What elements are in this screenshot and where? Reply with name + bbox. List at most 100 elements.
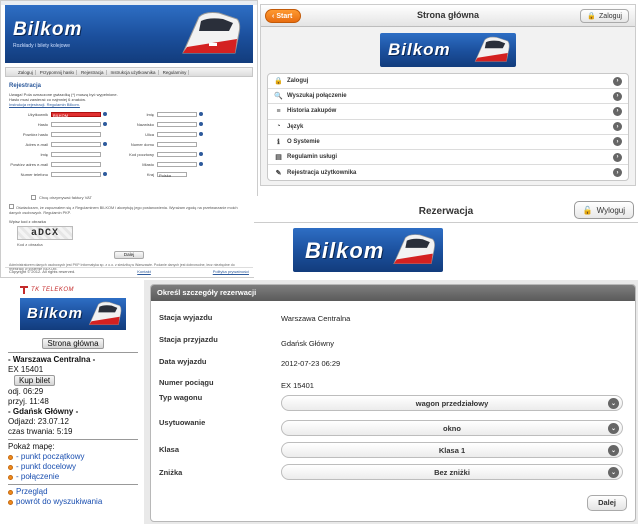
chevron-right-icon: › [613,106,622,116]
class-select[interactable]: Klasa 1 ⌄ [281,442,623,458]
field-label: Kod pocztowy [129,151,154,157]
login-button[interactable]: 🔒 Zaloguj [580,9,629,23]
back-to-search-link[interactable]: powrót do wyszukiwania [8,497,138,507]
password-input[interactable] [51,121,101,127]
phone-input[interactable] [51,171,101,177]
menu-item-register[interactable]: Rejestracja [79,69,107,75]
detail-label: Numer pociągu [159,378,214,387]
discount-select[interactable]: Bez zniżki ⌄ [281,464,623,480]
field-label: Miasto [142,161,154,167]
info-icon[interactable] [199,152,203,156]
field-label: Numer domu [130,141,154,147]
logout-button[interactable]: 🔓 Wyloguj [573,201,634,219]
bullet-icon [8,474,13,480]
registration-form: Użytkownik BILKOM Hasło Powtórz hasło Adr… [9,111,249,191]
contact-link[interactable]: Kontakt [137,269,151,274]
bullet-icon [8,489,13,495]
bilkom-banner: Bilkom [380,33,516,67]
select-label: Usytuowanie [159,418,206,427]
chevron-right-icon: › [613,152,622,162]
home-button[interactable]: Strona główna [42,338,104,349]
link-label: - punkt docelowy [16,462,77,471]
departure-date-value: 2012-07-23 06:29 [281,359,341,368]
train-icon [182,12,241,54]
user-icon: ✎ [275,169,282,177]
menu-item-about[interactable]: ℹ O Systemie › [268,135,628,150]
logout-button-label: Wyloguj [596,205,625,215]
info-icon[interactable] [103,122,107,126]
menu-item-label: O Systemie [287,138,320,145]
menu-item-remind-password[interactable]: Przypomnij hasło [38,69,78,75]
menu-item-search-connection[interactable]: 🔍 Wyszukaj połączenie › [268,89,628,105]
departure-station-value: Warszawa Centralna [281,314,351,323]
privacy-link[interactable]: Polityka prywatności [213,269,249,274]
vat-checkbox[interactable] [31,195,36,200]
name-input[interactable] [51,151,101,157]
menu-item-terms[interactable]: ▤ Regulamin usługi › [268,150,628,166]
overview-link[interactable]: Przegląd [8,487,138,497]
chevron-down-icon: ⌄ [608,445,619,456]
info-icon[interactable] [103,112,107,116]
divider [254,222,638,223]
field-label: Ulica [145,131,154,137]
first-name-input[interactable] [157,111,197,117]
consent-checkbox[interactable] [9,204,14,209]
info-icon[interactable] [199,112,203,116]
city-input[interactable] [157,161,197,167]
email-input[interactable] [51,141,101,147]
main-menu: Zaloguj Przypomnij hasło Rejestracja Ins… [5,67,253,77]
postal-code-input[interactable] [157,151,197,157]
buy-ticket-button[interactable]: Kup bilet [14,375,56,386]
mobile-header: ‹ Start Strona główna 🔒 Zaloguj [261,5,635,27]
menu-item-user-guide[interactable]: Instrukcja użytkownika [109,69,159,75]
menu-item-language[interactable]: ◔ Język › [268,120,628,135]
registration-notes: Uwaga! Pola oznaczone gwiazdką (*) muszą… [9,92,249,107]
info-icon[interactable] [199,162,203,166]
map-destination-link[interactable]: - punkt docelowy [8,462,138,472]
link-label: powrót do wyszukiwania [16,497,103,506]
chevron-right-icon: › [613,76,622,86]
info-icon[interactable] [199,132,203,136]
menu-item-label: Regulamin usługi [287,154,338,161]
username-input[interactable]: BILKOM [51,111,101,118]
menu-item-login[interactable]: Zaloguj [16,69,36,75]
house-number-input[interactable] [157,141,197,147]
repeat-password-input[interactable] [51,131,101,137]
carriage-type-select[interactable]: wagon przedziałowy ⌄ [281,395,623,411]
captcha-input[interactable]: Kod z obrazka [17,242,257,247]
chevron-right-icon: › [613,91,622,101]
mobile-lite-panel: TK TELEKOM Bilkom Strona główna - Warsza… [2,282,142,522]
bullet-icon [8,454,13,460]
menu-item-purchase-history[interactable]: ≡ Historia zakupów › [268,104,628,120]
bilkom-banner: Bilkom Rozkłady i bilety kolejowe [5,5,253,63]
select-row: Usytuowanie okno ⌄ [159,418,627,440]
country-select[interactable]: Polska [157,171,187,178]
vat-checkbox-row: Chcę otrzymywać faktury VAT [31,195,249,200]
instructions-link[interactable]: Instrukcja rejestracji. Regulamin Bilkom… [9,102,80,107]
select-label: Klasa [159,445,180,454]
menu-item-login[interactable]: 🔒 Zaloguj › [268,74,628,90]
bullet-icon [8,464,13,470]
next-button[interactable]: Dalej [114,251,144,260]
captcha-label: Wpisz kod z obrazka [9,219,46,225]
operator-name: TK TELEKOM [31,287,75,293]
seat-position-select[interactable]: okno ⌄ [281,420,623,436]
page-title: Strona główna [416,10,479,20]
menu-item-register[interactable]: ✎ Rejestracja użytkownika › [268,165,628,180]
repeat-email-input[interactable] [51,161,101,167]
search-icon: 🔍 [274,93,283,101]
map-connection-link[interactable]: - połączenie [8,472,138,482]
next-button[interactable]: Dalej [587,495,627,511]
copyright: Copyright © 2012. All rights reserved. [9,269,76,274]
info-icon[interactable] [103,172,107,176]
field-label: Numer telefonu [20,171,48,177]
info-icon[interactable] [103,142,107,146]
last-name-input[interactable] [157,121,197,127]
link-label: Przegląd [16,487,48,496]
bilkom-logo: Bilkom [27,305,84,322]
bilkom-banner: Bilkom [293,228,443,272]
map-start-link[interactable]: - punkt początkowy [8,452,138,462]
menu-item-regulations[interactable]: Regulaminy [161,69,190,75]
street-input[interactable] [157,131,197,137]
info-icon[interactable] [199,122,203,126]
